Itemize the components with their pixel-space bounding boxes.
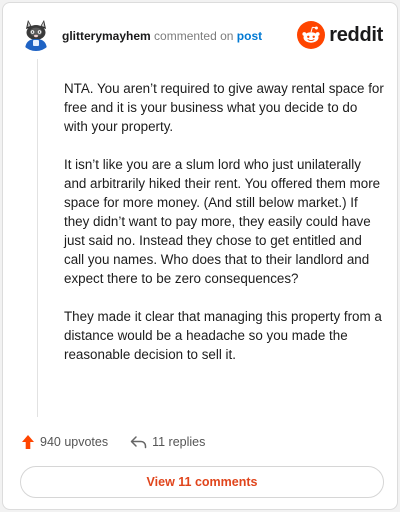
view-comments-button[interactable]: View 11 comments bbox=[20, 466, 384, 498]
action-text: commented on bbox=[154, 29, 234, 43]
comment-paragraph: It isn’t like you are a slum lord who ju… bbox=[64, 157, 381, 286]
comment-byline: glitterymayhem commented on post bbox=[62, 29, 262, 43]
comment-body: NTA. You aren’t required to give away re… bbox=[64, 79, 384, 383]
post-link[interactable]: post bbox=[237, 29, 262, 43]
comment-header: glitterymayhem commented on post reddit bbox=[19, 17, 383, 53]
comment-paragraph: NTA. You aren’t required to give away re… bbox=[64, 81, 384, 134]
comment-paragraph: They made it clear that managing this pr… bbox=[64, 309, 382, 362]
upvote-arrow-icon bbox=[22, 435, 34, 449]
comment-actions: 940 upvotes 11 replies bbox=[21, 431, 205, 453]
snoo-avatar-icon[interactable] bbox=[19, 17, 53, 51]
reddit-logo-icon bbox=[297, 21, 326, 49]
replies-button[interactable]: 11 replies bbox=[130, 435, 205, 449]
upvote-count: 940 upvotes bbox=[40, 435, 109, 449]
thread-line[interactable] bbox=[37, 59, 38, 417]
replies-count: 11 replies bbox=[152, 435, 206, 449]
reddit-brand[interactable]: reddit bbox=[297, 21, 383, 49]
comment-card: glitterymayhem commented on post reddit … bbox=[2, 2, 398, 510]
upvote-button[interactable]: 940 upvotes bbox=[21, 434, 108, 450]
reply-arrow-icon bbox=[130, 436, 147, 449]
username-link[interactable]: glitterymayhem bbox=[62, 29, 151, 43]
reddit-wordmark: reddit bbox=[329, 23, 383, 46]
